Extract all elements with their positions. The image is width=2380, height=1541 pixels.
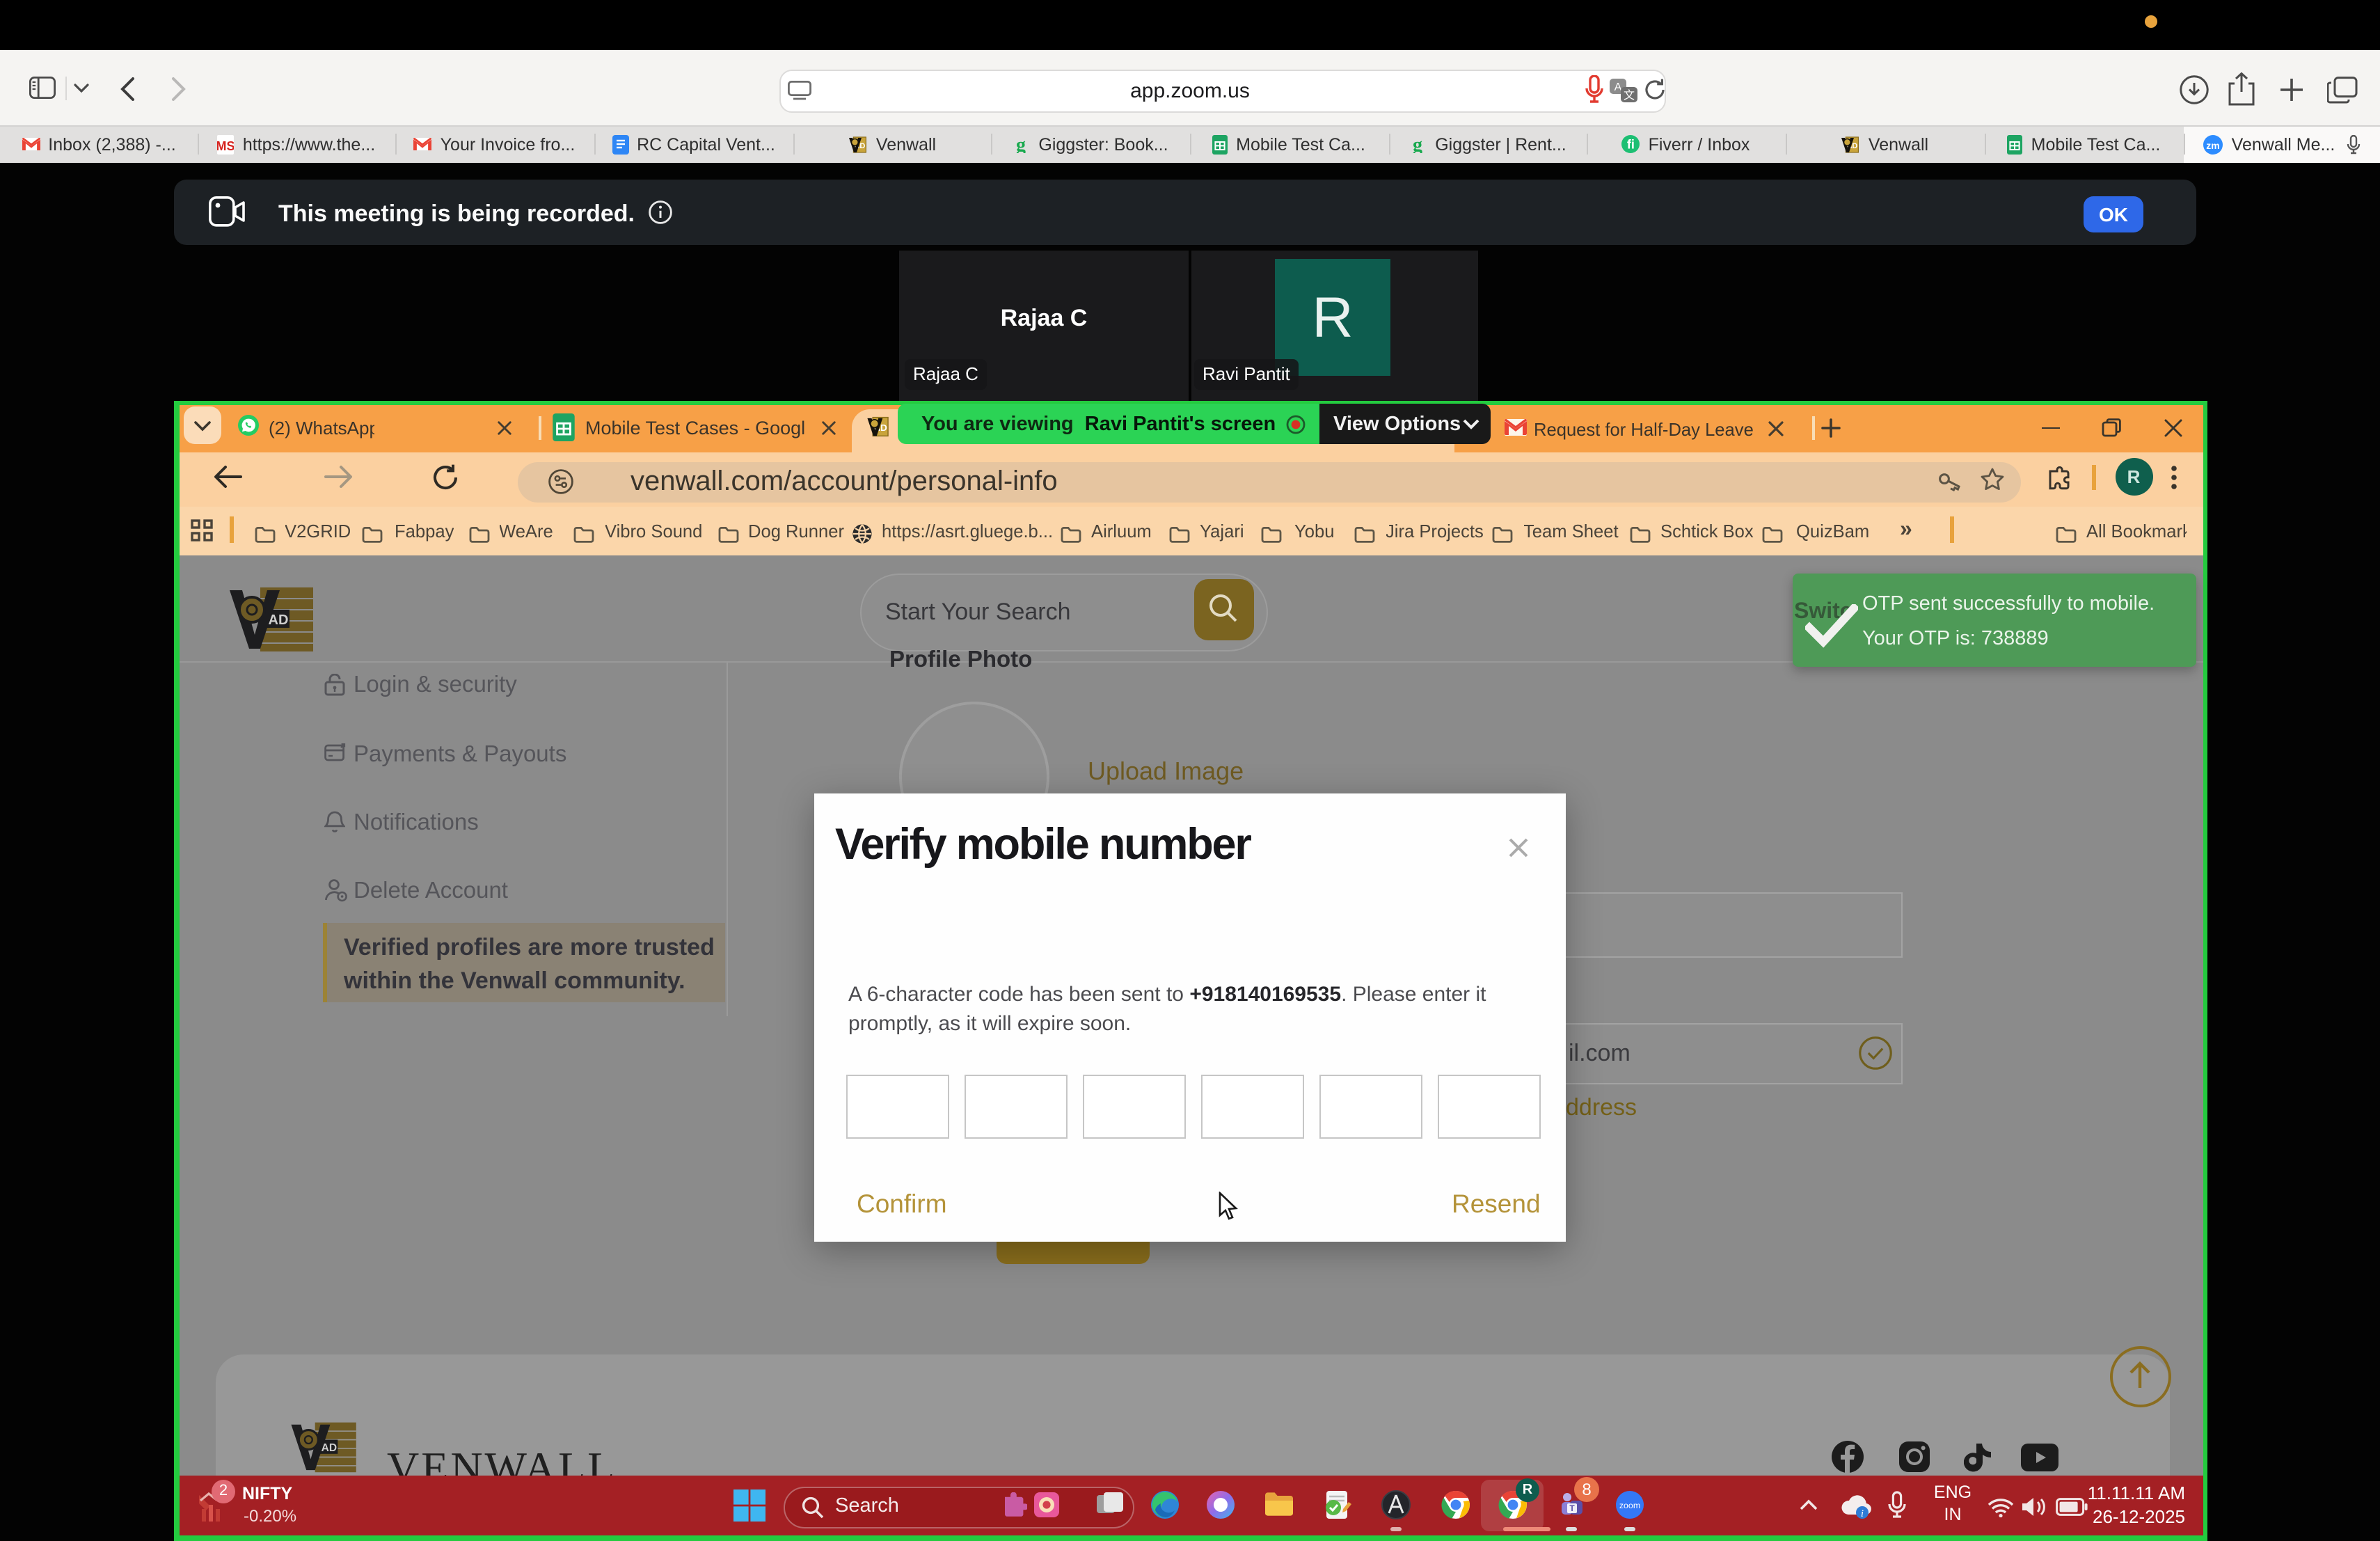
svg-text:T: T bbox=[1569, 1503, 1575, 1513]
svg-text:zoom: zoom bbox=[1619, 1501, 1640, 1510]
svg-text:g: g bbox=[1016, 135, 1026, 153]
svg-text:g: g bbox=[1413, 135, 1422, 153]
svg-text:fi: fi bbox=[1627, 138, 1635, 152]
svg-text:文: 文 bbox=[1624, 89, 1635, 102]
svg-text:MS: MS bbox=[218, 139, 235, 152]
svg-text:i: i bbox=[1861, 1508, 1864, 1519]
svg-text:zm: zm bbox=[2207, 139, 2220, 150]
